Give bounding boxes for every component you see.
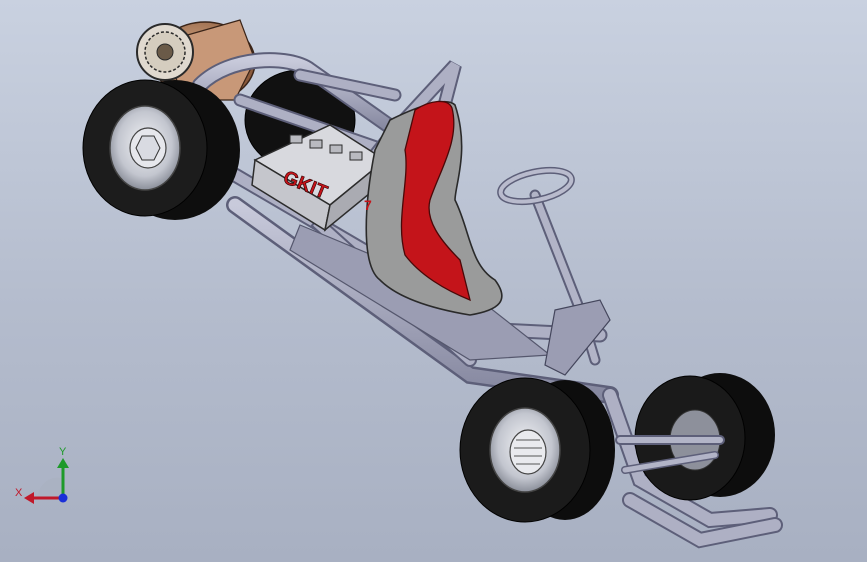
3d-model-viewport[interactable]: GKIT 7 Y X — [0, 0, 867, 562]
triad-plane-indicator — [37, 477, 62, 498]
triad-x-arrow — [24, 492, 34, 504]
seat: 7 — [364, 100, 503, 316]
triad-y-label: Y — [59, 446, 67, 458]
front-near-tire — [459, 377, 615, 523]
rear-near-tire — [82, 79, 240, 220]
go-kart-model[interactable]: GKIT 7 Y X — [0, 0, 867, 562]
triad-y-arrow — [57, 458, 69, 468]
triad-x-label: X — [15, 487, 23, 499]
coordinate-triad[interactable]: Y X — [15, 446, 69, 504]
seat-label: 7 — [364, 197, 372, 213]
triad-z-axis — [58, 493, 68, 503]
